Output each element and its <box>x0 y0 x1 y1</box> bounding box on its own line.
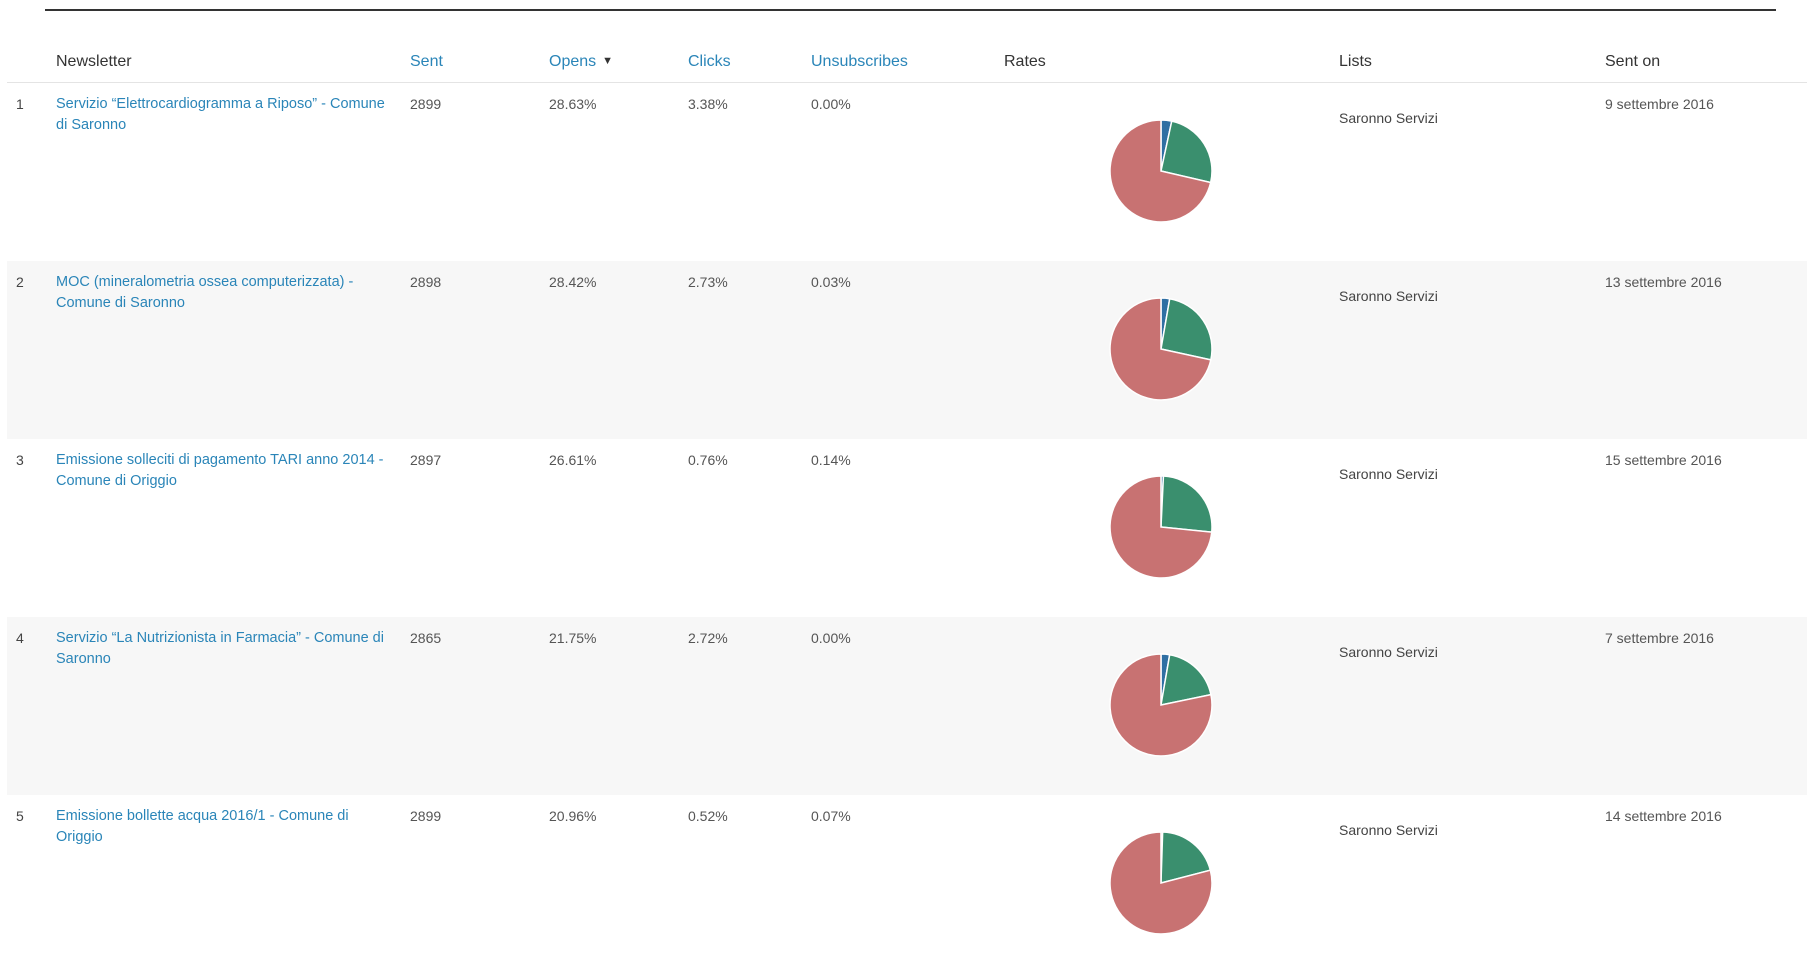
pie-slice-opens <box>1160 475 1213 533</box>
unsubscribes-rate: 0.00% <box>811 630 851 646</box>
sort-desc-icon: ▼ <box>602 55 614 67</box>
clicks-rate: 3.38% <box>688 96 728 112</box>
unsubscribes-rate: 0.07% <box>811 808 851 824</box>
clicks-rate: 2.73% <box>688 274 728 290</box>
list-name: Saronno Servizi <box>1339 110 1438 126</box>
opens-rate: 28.42% <box>549 274 597 290</box>
col-header-rates: Rates <box>1004 53 1046 70</box>
sent-on-date: 14 settembre 2016 <box>1605 808 1722 824</box>
table-row: 1 Servizio “Elettrocardiogramma a Riposo… <box>7 83 1807 261</box>
table-row: 3 Emissione solleciti di pagamento TARI … <box>7 439 1807 617</box>
sent-on-date: 7 settembre 2016 <box>1605 630 1714 646</box>
clicks-rate: 0.52% <box>688 808 728 824</box>
col-header-clicks[interactable]: Clicks <box>688 53 731 71</box>
list-name: Saronno Servizi <box>1339 288 1438 304</box>
row-number: 2 <box>16 274 24 290</box>
table-row: 2 MOC (mineralometria ossea computerizza… <box>7 261 1807 439</box>
opens-rate: 21.75% <box>549 630 597 646</box>
unsubscribes-rate: 0.00% <box>811 96 851 112</box>
newsletter-title-link[interactable]: Emissione solleciti di pagamento TARI an… <box>56 450 391 492</box>
sent-count: 2897 <box>410 452 442 468</box>
rates-pie-chart <box>1109 831 1213 935</box>
sent-count: 2899 <box>410 96 442 112</box>
col-header-sent[interactable]: Sent <box>410 53 443 71</box>
col-header-opens[interactable]: Opens ▼ <box>549 53 613 71</box>
table-row: 5 Emissione bollette acqua 2016/1 - Comu… <box>7 795 1807 973</box>
list-name: Saronno Servizi <box>1339 822 1438 838</box>
clicks-rate: 0.76% <box>688 452 728 468</box>
table-row: 4 Servizio “La Nutrizionista in Farmacia… <box>7 617 1807 795</box>
row-number: 5 <box>16 808 24 824</box>
row-number: 4 <box>16 630 24 646</box>
top-divider <box>45 9 1776 11</box>
newsletter-title-link[interactable]: MOC (mineralometria ossea computerizzata… <box>56 272 391 314</box>
sent-on-date: 13 settembre 2016 <box>1605 274 1722 290</box>
sent-on-date: 9 settembre 2016 <box>1605 96 1714 112</box>
table-header: Newsletter Sent Opens ▼ Clicks Unsubscrib… <box>7 36 1807 83</box>
newsletter-title-link[interactable]: Emissione bollette acqua 2016/1 - Comune… <box>56 806 391 848</box>
rates-pie-chart <box>1109 119 1213 223</box>
row-number: 3 <box>16 452 24 468</box>
rates-pie-chart <box>1109 653 1213 757</box>
rates-pie-chart <box>1109 297 1213 401</box>
col-header-lists: Lists <box>1339 53 1372 70</box>
unsubscribes-rate: 0.14% <box>811 452 851 468</box>
col-header-unsubscribes[interactable]: Unsubscribes <box>811 53 908 71</box>
unsubscribes-rate: 0.03% <box>811 274 851 290</box>
col-header-opens-label[interactable]: Opens <box>549 53 596 70</box>
opens-rate: 20.96% <box>549 808 597 824</box>
col-header-newsletter: Newsletter <box>56 53 132 70</box>
rates-pie-chart <box>1109 475 1213 579</box>
row-number: 1 <box>16 96 24 112</box>
opens-rate: 26.61% <box>549 452 597 468</box>
newsletter-stats-table: Newsletter Sent Opens ▼ Clicks Unsubscrib… <box>7 36 1807 973</box>
sent-count: 2899 <box>410 808 442 824</box>
opens-rate: 28.63% <box>549 96 597 112</box>
sent-on-date: 15 settembre 2016 <box>1605 452 1722 468</box>
clicks-rate: 2.72% <box>688 630 728 646</box>
col-header-sent-on: Sent on <box>1605 53 1661 70</box>
newsletter-title-link[interactable]: Servizio “Elettrocardiogramma a Riposo” … <box>56 94 391 136</box>
list-name: Saronno Servizi <box>1339 644 1438 660</box>
sent-count: 2865 <box>410 630 442 646</box>
newsletter-title-link[interactable]: Servizio “La Nutrizionista in Farmacia” … <box>56 628 391 670</box>
sent-count: 2898 <box>410 274 442 290</box>
list-name: Saronno Servizi <box>1339 466 1438 482</box>
